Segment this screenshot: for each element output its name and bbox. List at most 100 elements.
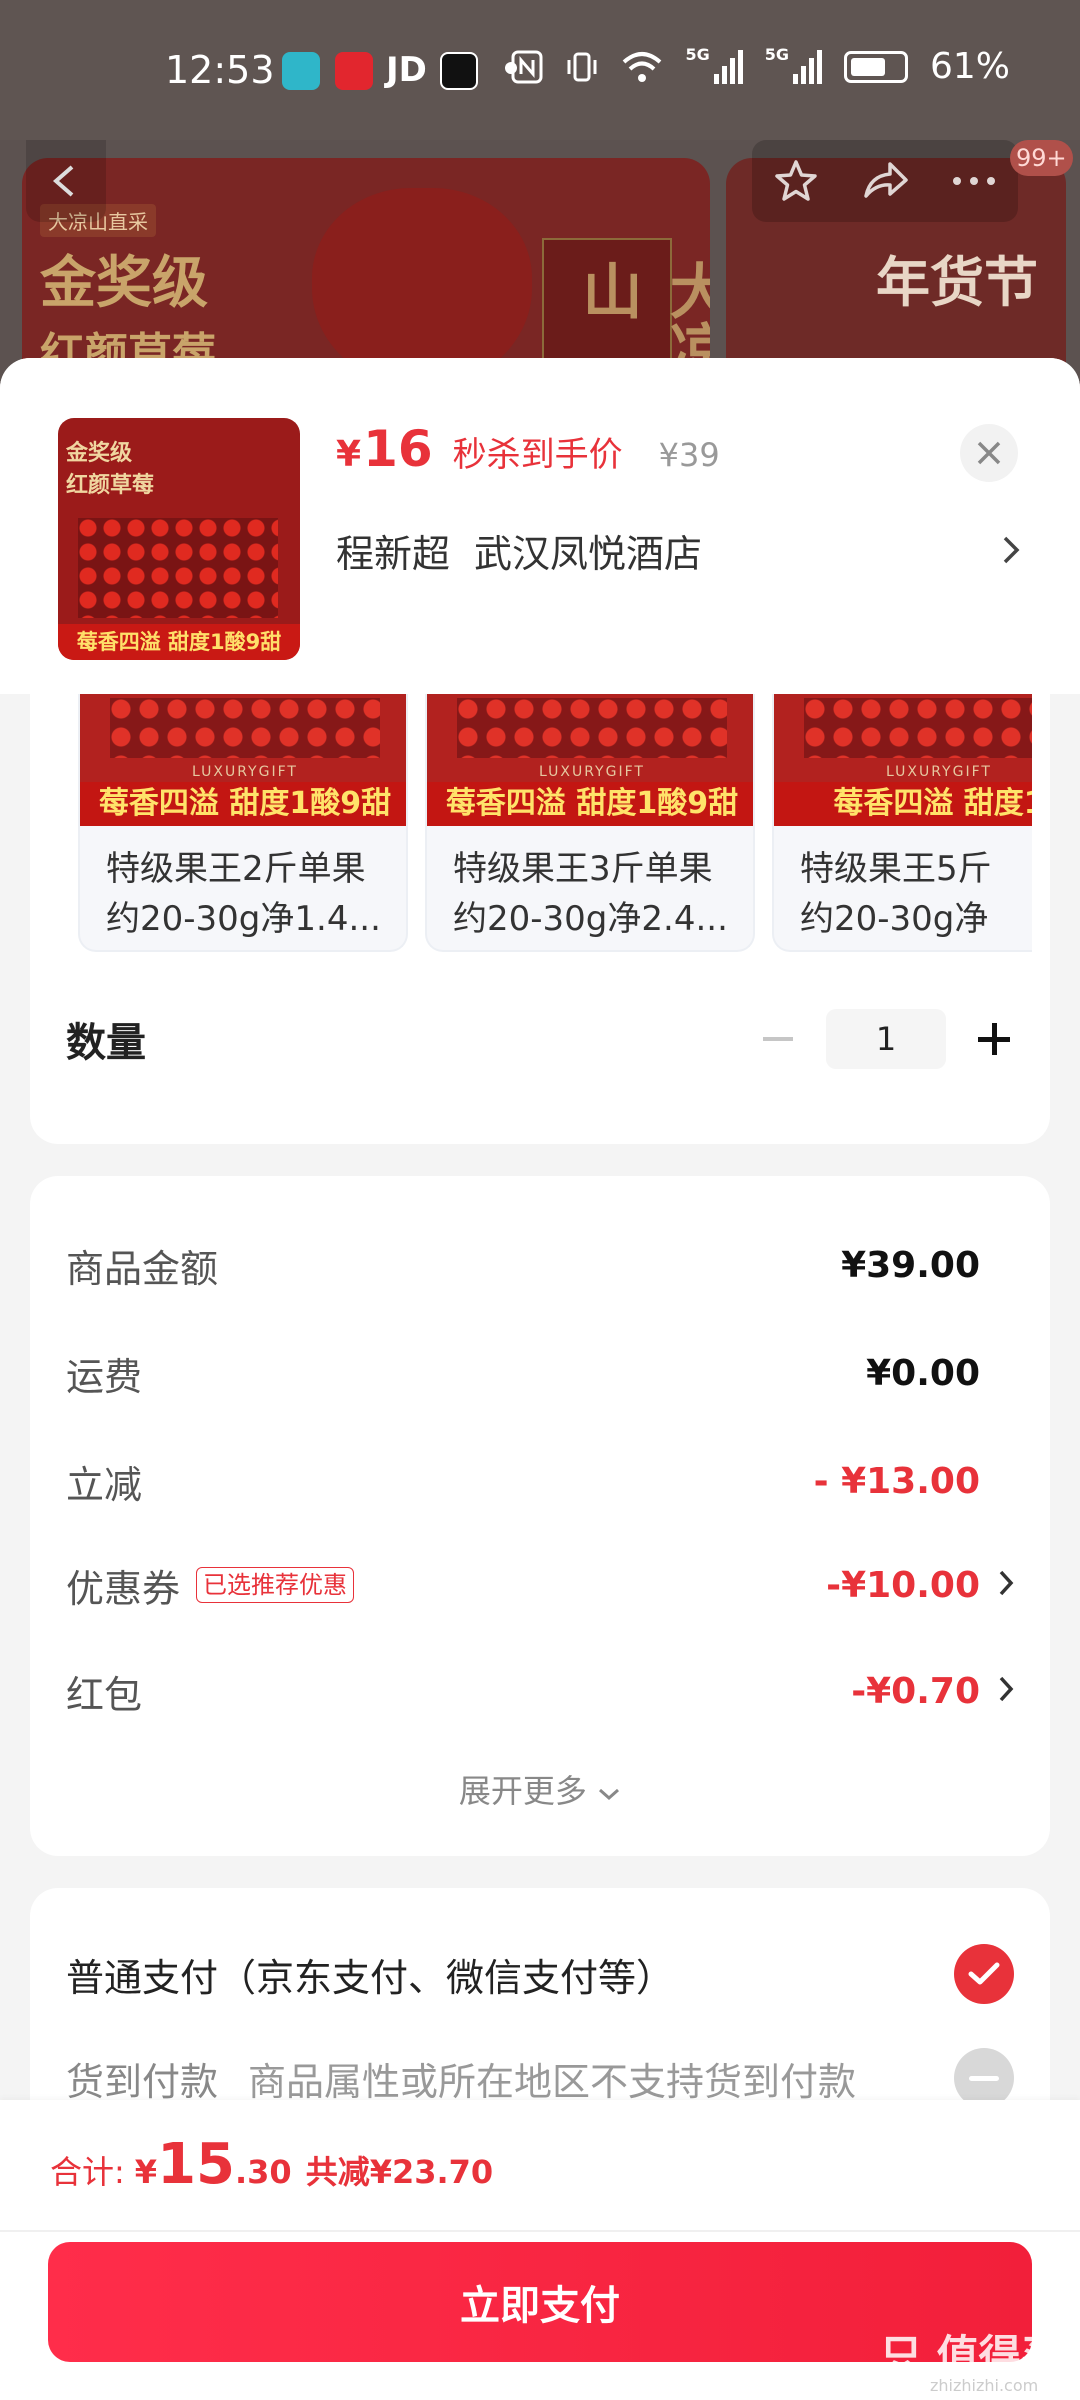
flash-price: 16 bbox=[363, 420, 433, 478]
status-bar: 12:53 JD 5G 5G 61% bbox=[0, 0, 1080, 140]
goods-amount-value: ¥39.00 bbox=[841, 1244, 980, 1286]
product-banner: 大凉山直采 金奖级 红颜草莓 大凉山 年货节 99+ bbox=[0, 140, 1080, 390]
expand-more-button[interactable]: 展开更多 bbox=[30, 1766, 1050, 1812]
total-savings: 共减¥23.70 bbox=[305, 2153, 494, 2191]
more-icon[interactable] bbox=[951, 175, 997, 187]
coupon-tag: 已选推荐优惠 bbox=[196, 1567, 355, 1603]
variant-name-line2: 约20-30g净 bbox=[800, 899, 989, 939]
coupon-value: -¥10.00 bbox=[826, 1564, 980, 1606]
variant-list: LUXURYGIFT 莓香四溢 甜度1酸9甜 特级果王2斤单果 约20-30g净… bbox=[78, 694, 1032, 954]
watermark-logo: 只 值得买 bbox=[880, 2331, 1063, 2380]
heart-app-icon bbox=[335, 52, 373, 90]
battery-percent: 61% bbox=[929, 46, 1010, 87]
red-packet-label: 红包 bbox=[66, 1672, 143, 1717]
variant-strip: 莓香四溢 甜度1 bbox=[774, 782, 1032, 826]
increase-button[interactable] bbox=[974, 1019, 1014, 1059]
strawberry-grid-image bbox=[78, 518, 278, 618]
pay-now-label: 立即支付 bbox=[460, 2283, 620, 2329]
thumb-subtitle: 红颜草莓 bbox=[66, 473, 155, 498]
original-price: ¥39 bbox=[658, 436, 720, 474]
share-icon[interactable] bbox=[860, 158, 910, 204]
nfc-icon bbox=[511, 50, 543, 83]
network-type: 5G bbox=[685, 45, 710, 64]
instant-discount-label: 立减 bbox=[66, 1462, 143, 1507]
price-symbol: ¥ bbox=[336, 434, 362, 475]
thumb-title: 金奖级 bbox=[66, 441, 133, 466]
vibrate-icon bbox=[567, 52, 597, 81]
total-amount-integer: 15 bbox=[157, 2132, 235, 2197]
total-row: 合计: ¥ 15 .30 共减¥23.70 bbox=[50, 2132, 493, 2197]
banner-image: 大凉山直采 金奖级 红颜草莓 大凉山 bbox=[22, 158, 710, 390]
variant-name-line2: 约20-30g净1.4... bbox=[106, 899, 381, 939]
goods-amount-label: 商品金额 bbox=[66, 1246, 219, 1291]
status-time: 12:53 bbox=[165, 48, 275, 92]
total-amount-decimal: .30 bbox=[235, 2153, 292, 2191]
coupon-row[interactable]: 优惠券 已选推荐优惠 -¥10.00 bbox=[66, 1550, 1014, 1620]
quantity-row: 数量 1 bbox=[66, 984, 1014, 1094]
decrease-button[interactable] bbox=[758, 1019, 798, 1059]
divider bbox=[0, 2230, 1080, 2232]
close-icon bbox=[977, 441, 1001, 465]
shipping-row: 运费 ¥0.00 bbox=[66, 1338, 1014, 1408]
price-row: ¥ 16 秒杀到手价 ¥39 bbox=[336, 420, 720, 478]
festival-label: 年货节 bbox=[876, 251, 1038, 314]
goods-amount-row: 商品金额 ¥39.00 bbox=[66, 1230, 1014, 1300]
expand-more-label: 展开更多 bbox=[458, 1772, 587, 1810]
signal-icon-2 bbox=[792, 49, 822, 84]
chevron-right-icon bbox=[1003, 536, 1020, 564]
variant-image: LUXURYGIFT 莓香四溢 甜度1酸9甜 bbox=[427, 694, 753, 826]
minus-icon bbox=[763, 1037, 793, 1041]
thumb-strip: 莓香四溢 甜度1酸9甜 bbox=[58, 624, 300, 660]
variant-name-line2: 约20-30g净2.4... bbox=[453, 899, 728, 939]
options-card: LUXURYGIFT 莓香四溢 甜度1酸9甜 特级果王2斤单果 约20-30g净… bbox=[30, 694, 1050, 1144]
status-icons: 5G 5G 61% bbox=[511, 45, 1010, 87]
variant-name-line1: 特级果王5斤 bbox=[800, 849, 992, 889]
close-button[interactable] bbox=[960, 424, 1018, 482]
quantity-input[interactable]: 1 bbox=[826, 1009, 946, 1069]
variant-strip: 莓香四溢 甜度1酸9甜 bbox=[80, 782, 406, 826]
recipient-address: 武汉凤悦酒店 bbox=[474, 531, 703, 576]
variant-name-line1: 特级果王2斤单果 bbox=[106, 849, 366, 889]
wifi-icon bbox=[623, 51, 662, 82]
chevron-right-icon bbox=[980, 1675, 1014, 1707]
sheet-header: 金奖级红颜草莓 莓香四溢 甜度1酸9甜 ¥ 16 秒杀到手价 ¥39 程新超 武… bbox=[0, 358, 1080, 694]
shipping-value: ¥0.00 bbox=[866, 1352, 980, 1394]
variant-image: LUXURYGIFT 莓香四溢 甜度1酸9甜 bbox=[80, 694, 406, 826]
instant-discount-row: 立减 - ¥13.00 bbox=[66, 1446, 1014, 1516]
checkmark-icon bbox=[954, 1944, 1014, 2004]
red-packet-value: -¥0.70 bbox=[851, 1670, 980, 1712]
app-notification-icon bbox=[282, 52, 320, 90]
address-selector[interactable]: 程新超 武汉凤悦酒店 bbox=[336, 520, 1020, 580]
variant-option[interactable]: LUXURYGIFT 莓香四溢 甜度1酸9甜 特级果王3斤单果 约20-30g净… bbox=[425, 694, 755, 952]
total-label: 合计: bbox=[50, 2153, 125, 2191]
instant-discount-value: - ¥13.00 bbox=[813, 1460, 980, 1502]
watermark-url: zhizhizhi.com bbox=[930, 2376, 1039, 2395]
price-summary-card: 商品金额 ¥39.00 运费 ¥0.00 立减 - ¥13.00 优惠券 已选推… bbox=[30, 1176, 1050, 1856]
variant-option[interactable]: LUXURYGIFT 莓香四溢 甜度1酸9甜 特级果王2斤单果 约20-30g净… bbox=[78, 694, 408, 952]
favorite-star-icon[interactable] bbox=[773, 158, 819, 204]
red-packet-row[interactable]: 红包 -¥0.70 bbox=[66, 1656, 1014, 1726]
variant-strip: 莓香四溢 甜度1酸9甜 bbox=[427, 782, 753, 826]
coupon-label: 优惠券 bbox=[66, 1566, 181, 1611]
signal-icon bbox=[713, 49, 743, 84]
total-currency: ¥ bbox=[134, 2153, 158, 2191]
variant-image: LUXURYGIFT 莓香四溢 甜度1 bbox=[774, 694, 1032, 826]
shipping-label: 运费 bbox=[66, 1354, 143, 1399]
chevron-down-icon bbox=[599, 1788, 620, 1801]
quantity-label: 数量 bbox=[66, 1020, 146, 1066]
disabled-icon bbox=[954, 2048, 1014, 2108]
normal-payment-option[interactable]: 普通支付（京东支付、微信支付等） bbox=[66, 1934, 1014, 2014]
quantity-stepper: 1 bbox=[758, 1009, 1014, 1069]
recipient-name: 程新超 bbox=[336, 531, 451, 576]
price-label: 秒杀到手价 bbox=[452, 435, 623, 475]
chevron-right-icon bbox=[980, 1569, 1014, 1601]
battery-icon bbox=[843, 50, 908, 83]
jd-icon: JD bbox=[386, 50, 427, 90]
back-button[interactable] bbox=[26, 140, 106, 222]
cod-label: 货到付款 bbox=[66, 2059, 219, 2104]
checkout-sheet: 金奖级红颜草莓 莓香四溢 甜度1酸9甜 ¥ 16 秒杀到手价 ¥39 程新超 武… bbox=[0, 358, 1080, 2400]
tiktok-icon bbox=[440, 52, 478, 90]
product-thumbnail: 金奖级红颜草莓 莓香四溢 甜度1酸9甜 bbox=[58, 418, 300, 660]
top-action-bar bbox=[752, 140, 1018, 222]
variant-option[interactable]: LUXURYGIFT 莓香四溢 甜度1 特级果王5斤 约20-30g净 bbox=[772, 694, 1032, 952]
